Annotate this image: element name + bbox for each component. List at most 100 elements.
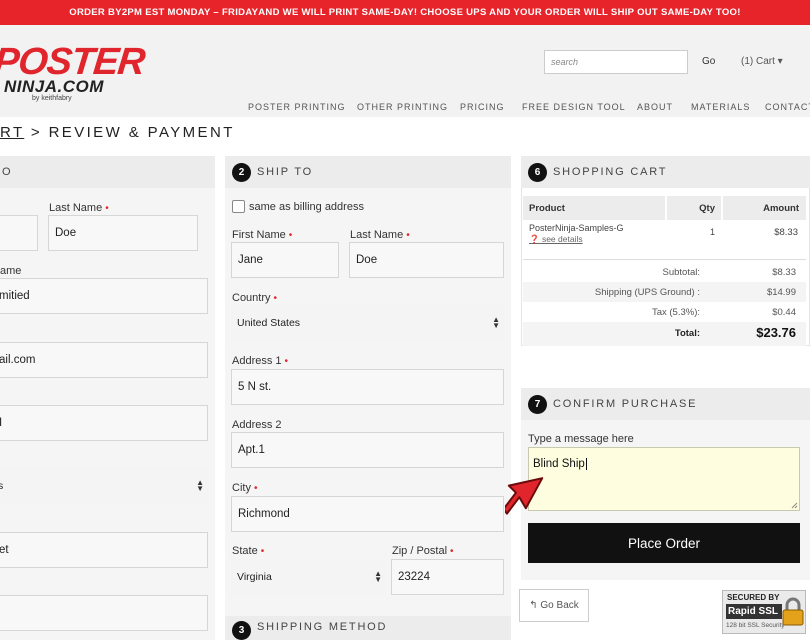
required-star: • xyxy=(406,230,410,241)
shopping-cart-title: SHOPPING CART xyxy=(553,166,668,178)
nav-poster-printing[interactable]: POSTER PRINTING xyxy=(248,102,346,112)
ship-to-header: 2 SHIP TO xyxy=(225,156,511,188)
shipping-method-title: SHIPPING METHOD xyxy=(257,621,388,633)
required-star: • xyxy=(284,356,289,367)
message-textarea[interactable]: Blind Ship xyxy=(528,447,800,511)
zip-label: Zip / Postal • xyxy=(392,545,454,557)
breadcrumb: RT > REVIEW & PAYMENT xyxy=(0,124,235,141)
step-number-7: 7 xyxy=(528,394,547,414)
zip-label-text: Zip / Postal xyxy=(392,545,448,557)
step-number-3: 3 xyxy=(232,621,251,640)
red-arrow-icon xyxy=(505,477,544,515)
select-arrows-icon: ▲ ▼ xyxy=(374,569,382,584)
last-name-input[interactable]: Doe xyxy=(349,242,504,278)
search-input[interactable]: search xyxy=(544,50,688,74)
step-number-6: 6 xyxy=(528,162,547,182)
zip-input[interactable]: 23224 xyxy=(391,559,504,595)
billing-last-name-input[interactable]: Doe xyxy=(48,215,198,251)
ship-to-title: SHIP TO xyxy=(257,166,314,178)
nav-contact[interactable]: CONTACT xyxy=(765,102,810,112)
city-label: City • xyxy=(232,482,257,494)
billing-address-input[interactable]: et xyxy=(0,532,208,568)
address1-label: Address 1 • xyxy=(232,355,288,367)
shipping-row: Shipping (UPS Ground) : $14.99 xyxy=(523,282,806,302)
billing-title: O xyxy=(2,166,13,178)
first-name-label: First Name • xyxy=(232,229,292,241)
address1-label-text: Address 1 xyxy=(232,355,282,367)
cart-header-amount: Amount xyxy=(723,196,806,220)
tax-value: $0.44 xyxy=(772,307,796,318)
shipping-method-header: 3 SHIPPING METHOD xyxy=(225,616,511,640)
billing-address2-input[interactable] xyxy=(0,595,208,631)
state-select[interactable]: Virginia ▲ ▼ xyxy=(231,559,386,595)
city-input[interactable]: Richmond xyxy=(231,496,504,532)
required-star: • xyxy=(288,230,293,241)
banner-text-bold: 2PM EST MONDAY – FRIDAY xyxy=(121,7,259,18)
padlock-icon xyxy=(782,597,804,626)
same-as-billing-label: same as billing address xyxy=(249,201,364,213)
required-star: • xyxy=(105,203,109,214)
logo-line1: POSTER xyxy=(0,41,147,83)
cart-divider xyxy=(523,259,806,260)
required-star: • xyxy=(450,546,454,557)
last-name-label-text: Last Name xyxy=(350,229,404,241)
first-name-label-text: First Name xyxy=(232,229,286,241)
required-star: • xyxy=(253,483,258,494)
ssl-line3: 128 bit SSL Security xyxy=(726,622,785,629)
go-back-button[interactable]: ↰ Go Back xyxy=(519,589,589,622)
cart-item-qty: 1 xyxy=(710,227,716,237)
step-number-2: 2 xyxy=(232,162,251,182)
country-label-text: Country xyxy=(232,292,271,304)
shopping-cart-header: 6 SHOPPING CART xyxy=(521,156,810,188)
message-label: Type a message here xyxy=(528,433,634,445)
breadcrumb-separator: > xyxy=(24,124,49,141)
confirm-purchase-title: CONFIRM PURCHASE xyxy=(553,398,698,410)
cart-item-amount: $8.33 xyxy=(774,227,798,238)
last-name-label: Last Name • xyxy=(350,229,410,241)
country-value: United States xyxy=(237,317,301,329)
nav-other-printing[interactable]: OTHER PRINTING xyxy=(357,102,448,112)
site-header: POSTER NINJA.COM by keithfabry search Go… xyxy=(0,25,810,117)
first-name-input[interactable]: Jane xyxy=(231,242,339,278)
city-label-text: City xyxy=(232,482,251,494)
breadcrumb-cart-link[interactable]: RT xyxy=(0,124,24,141)
address1-input[interactable]: 5 N st. xyxy=(231,369,504,405)
billing-first-name-input[interactable] xyxy=(0,215,38,251)
select-arrows-icon: ▲ ▼ xyxy=(196,478,204,493)
address2-input[interactable]: Apt.1 xyxy=(231,432,504,468)
cart-label: (1) Cart ▾ xyxy=(741,56,783,67)
ssl-line2: Rapid SSL xyxy=(726,604,782,619)
banner-text-prefix: ORDER BY xyxy=(69,7,122,18)
back-arrow-icon: ↰ xyxy=(529,600,541,611)
billing-company-input[interactable]: mitied xyxy=(0,278,208,314)
cart-item-details-link[interactable]: ❓ see details xyxy=(529,234,583,245)
nav-materials[interactable]: MATERIALS xyxy=(691,102,750,112)
same-as-billing-checkbox[interactable] xyxy=(232,200,245,213)
billing-company-label: ame xyxy=(0,265,22,277)
state-value: Virginia xyxy=(237,571,272,583)
text-cursor xyxy=(585,458,587,470)
shipping-label: Shipping (UPS Ground) : xyxy=(594,287,700,298)
shipping-value: $14.99 xyxy=(766,287,796,298)
billing-email-input[interactable]: ail.com xyxy=(0,342,208,378)
cart-header-qty: Qty xyxy=(667,196,721,220)
billing-phone-input[interactable]: I xyxy=(0,405,208,441)
resize-handle-icon[interactable] xyxy=(791,502,798,509)
total-label: Total: xyxy=(674,328,700,339)
billing-country-select[interactable]: s ▲ ▼ xyxy=(0,468,208,504)
site-logo[interactable]: POSTER NINJA.COM by keithfabry xyxy=(0,41,147,103)
cart-item-details-text: see details xyxy=(541,234,583,244)
place-order-button[interactable]: Place Order xyxy=(528,523,800,563)
country-select[interactable]: United States ▲ ▼ xyxy=(231,305,504,341)
cart-header-product: Product xyxy=(523,196,665,220)
cart-link[interactable]: (1) Cart ▾ xyxy=(741,56,783,67)
search-go-button[interactable]: Go xyxy=(702,56,715,67)
banner-text-suffix: AND WE WILL PRINT SAME-DAY! CHOOSE UPS A… xyxy=(258,7,741,18)
state-label-text: State xyxy=(232,545,258,557)
logo-line3: by keithfabry xyxy=(32,95,72,102)
nav-pricing[interactable]: PRICING xyxy=(460,102,505,112)
message-text: Blind Ship xyxy=(533,458,585,470)
nav-free-design-tool[interactable]: FREE DESIGN TOOL xyxy=(522,102,626,112)
nav-about[interactable]: ABOUT xyxy=(637,102,673,112)
confirm-purchase-header: 7 CONFIRM PURCHASE xyxy=(521,388,810,420)
